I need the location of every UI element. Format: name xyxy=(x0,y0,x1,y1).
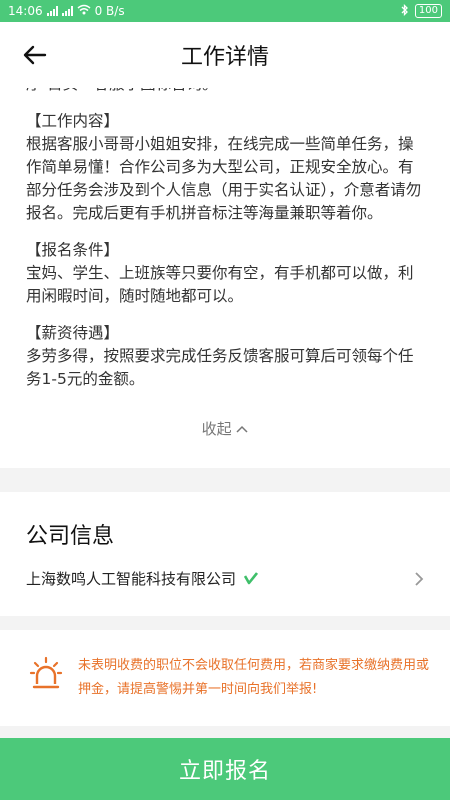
chevron-up-icon xyxy=(236,425,248,433)
section-body: 多劳多得，按照要求完成任务反馈客服可算后可领每个任务1-5元的金额。 xyxy=(26,347,414,388)
company-row[interactable]: 上海数鸣人工智能科技有限公司 xyxy=(26,568,424,589)
battery-icon: 100 xyxy=(414,4,442,18)
wifi-icon xyxy=(77,4,91,18)
chevron-right-icon xyxy=(415,571,424,586)
bluetooth-icon xyxy=(401,3,409,19)
company-section-title: 公司信息 xyxy=(26,524,115,549)
section-body: 宝妈、学生、上班族等只要你有空，有手机都可以做，利用闲暇时间，随时随地都可以。 xyxy=(26,264,414,305)
cell-signal-icon xyxy=(46,6,58,16)
back-button[interactable] xyxy=(20,40,50,70)
fee-warning: 未表明收费的职位不会收取任何费用，若商家要求缴纳费用或押金，请提高警惕并第一时间… xyxy=(0,630,450,726)
apply-now-label: 立即报名 xyxy=(178,759,271,784)
company-name: 上海数鸣人工智能科技有限公司 xyxy=(26,570,237,588)
cell-signal-2-icon xyxy=(61,6,73,16)
description-section: 【工作内容】 根据客服小哥哥小姐姐安排，在线完成一些简单任务，操作简单易懂！合作… xyxy=(26,110,424,225)
section-heading: 【报名条件】 xyxy=(26,241,120,259)
warning-text: 未表明收费的职位不会收取任何费用，若商家要求缴纳费用或押金，请提高警惕并第一时间… xyxy=(78,658,430,697)
description-cut-line: 序-首页一客服小图标咨询。 xyxy=(26,88,424,96)
status-time: 14:06 xyxy=(8,4,43,18)
status-bar: 14:06 0 B/s 100 xyxy=(0,0,450,22)
network-speed: 0 B/s xyxy=(94,4,125,18)
collapse-label: 收起 xyxy=(201,420,232,438)
company-info-card: 公司信息 上海数鸣人工智能科技有限公司 xyxy=(0,492,450,616)
collapse-button[interactable]: 收起 xyxy=(0,418,450,439)
page-title: 工作详情 xyxy=(180,45,269,70)
verified-check-icon xyxy=(244,572,259,585)
description-section: 【报名条件】 宝妈、学生、上班族等只要你有空，有手机都可以做，利用闲暇时间，随时… xyxy=(26,239,424,308)
arrow-left-icon xyxy=(23,45,47,65)
app-header: 工作详情 xyxy=(0,22,450,88)
section-heading: 【工作内容】 xyxy=(26,112,120,130)
apply-now-button[interactable]: 立即报名 xyxy=(0,738,450,800)
section-heading: 【薪资待遇】 xyxy=(26,324,120,342)
description-section: 【薪资待遇】 多劳多得，按照要求完成任务反馈客服可算后可领每个任务1-5元的金额… xyxy=(26,322,424,391)
job-description: 序-首页一客服小图标咨询。 【工作内容】 根据客服小哥哥小姐姐安排，在线完成一些… xyxy=(0,88,450,468)
alarm-icon xyxy=(29,656,63,689)
section-body: 根据客服小哥哥小姐姐安排，在线完成一些简单任务，操作简单易懂！合作公司多为大型公… xyxy=(26,135,422,222)
